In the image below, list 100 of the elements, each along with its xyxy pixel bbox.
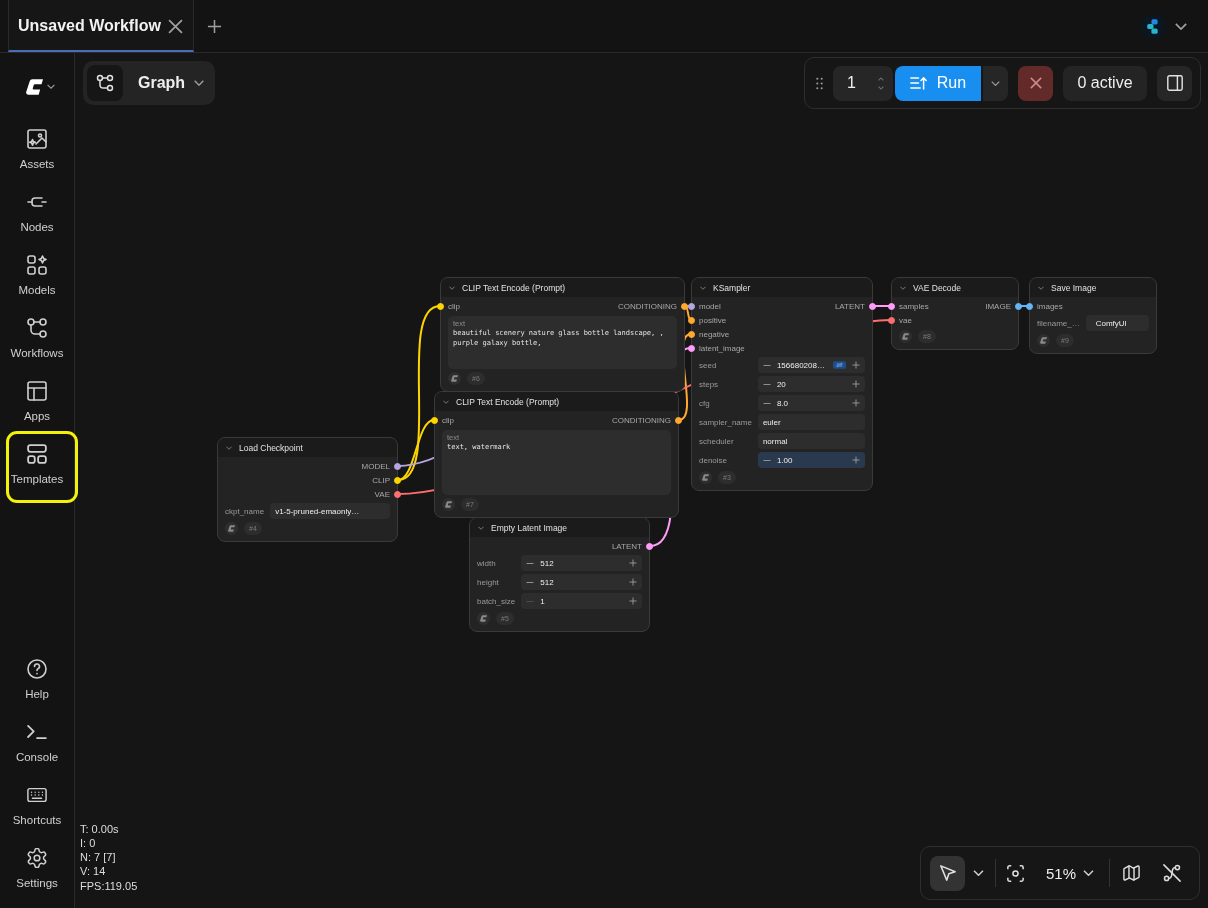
input-label: samples — [899, 301, 929, 311]
select-field[interactable]: normal — [757, 433, 865, 449]
output-label: CONDITIONING — [611, 415, 671, 425]
minus-icon[interactable] — [762, 402, 771, 404]
plus-icon[interactable] — [852, 361, 860, 369]
sidebar-item[interactable]: Console — [0, 713, 74, 776]
batch-count-field[interactable]: 1 — [833, 65, 893, 101]
view-mode-dropdown[interactable]: Graph — [83, 61, 215, 105]
shapes-sparkle-icon — [27, 255, 47, 275]
minus-icon[interactable] — [526, 581, 535, 583]
sidebar-item[interactable]: Templates — [0, 435, 74, 498]
drag-handle-icon[interactable] — [816, 76, 823, 90]
input-dot-icon[interactable] — [888, 316, 895, 324]
output-dot-icon[interactable] — [869, 302, 876, 310]
chevron-down-icon[interactable] — [1175, 22, 1187, 30]
number-field[interactable]: 1.00 — [757, 452, 865, 468]
pointer-tool-button[interactable] — [930, 855, 965, 891]
output-dot-icon[interactable] — [681, 302, 688, 310]
logo-icon — [477, 612, 490, 625]
number-field[interactable]: 20 — [757, 376, 865, 392]
focus-icon[interactable] — [1007, 864, 1024, 882]
input-dot-icon[interactable] — [1026, 302, 1033, 310]
number-field[interactable]: 512 — [521, 574, 642, 590]
output-label: MODEL — [361, 461, 390, 471]
map-icon[interactable] — [1123, 865, 1141, 881]
sidebar-panel-icon — [1166, 75, 1183, 91]
sidebar-item[interactable]: Workflows — [0, 309, 74, 372]
output-dot-icon[interactable] — [394, 490, 401, 498]
output-label: CLIP — [372, 475, 390, 485]
logo-icon — [1037, 334, 1050, 347]
output-dot-icon[interactable] — [646, 542, 653, 550]
minus-icon[interactable] — [762, 364, 771, 366]
widget-label: cfg — [699, 398, 711, 408]
input-label: latent_image — [699, 343, 745, 353]
minus-icon[interactable] — [762, 459, 771, 461]
select-field[interactable]: v1-5-pruned-emaonly… — [270, 503, 390, 519]
link-off-icon[interactable] — [1163, 864, 1182, 882]
node-title: CLIP Text Encode (Prompt) — [456, 396, 560, 407]
output-label: VAE — [374, 489, 390, 499]
widget-label: height — [477, 577, 500, 587]
sidebar-item[interactable]: Models — [0, 246, 74, 309]
input-label: vae — [899, 315, 912, 325]
number-field[interactable]: 156680208… — [757, 357, 865, 373]
number-field[interactable]: 8.0 — [757, 395, 865, 411]
sidebar-item[interactable]: Assets — [0, 120, 74, 183]
workflow-icon — [27, 318, 47, 338]
number-field[interactable]: 1 — [521, 593, 642, 609]
output-dot-icon[interactable] — [675, 416, 682, 424]
sidebar-item[interactable]: Shortcuts — [0, 776, 74, 839]
number-field[interactable]: 512 — [521, 555, 642, 571]
plus-icon[interactable] — [629, 578, 637, 586]
text-field[interactable]: ComfyUI — [1085, 315, 1149, 331]
plus-icon[interactable] — [852, 456, 860, 464]
chevron-down-icon[interactable] — [194, 80, 205, 86]
select-field[interactable]: euler — [757, 414, 865, 430]
close-icon[interactable] — [168, 18, 183, 34]
stats-text: FPS:119.05 — [80, 878, 138, 893]
output-dot-icon[interactable] — [394, 462, 401, 470]
plus-icon[interactable] — [207, 18, 222, 34]
input-label: clip — [448, 301, 460, 311]
chevron-down-icon[interactable] — [973, 870, 984, 876]
sidebar-item[interactable]: Help — [0, 650, 74, 713]
queue-button[interactable]: 0 active — [1063, 65, 1147, 101]
node-title: VAE Decode — [913, 282, 962, 293]
logo-icon — [699, 471, 712, 484]
node-title: Save Image — [1051, 282, 1097, 293]
sidebar-item[interactable]: Settings — [0, 839, 74, 902]
layout-icon — [27, 381, 47, 401]
node-title: CLIP Text Encode (Prompt) — [462, 282, 566, 293]
stats-text: T: 0.00s — [80, 821, 119, 836]
panel-toggle-button[interactable] — [1157, 65, 1192, 101]
widget-label: scheduler — [699, 436, 735, 446]
sidebar-item[interactable]: Apps — [0, 372, 74, 435]
input-dot-icon[interactable] — [688, 330, 695, 338]
widget-label: batch_size — [477, 596, 516, 606]
chevron-down-icon[interactable] — [46, 84, 55, 89]
sidebar-item[interactable]: Nodes — [0, 183, 74, 246]
zoom-dropdown[interactable]: 51% — [1046, 864, 1095, 882]
avatar-icon[interactable] — [1141, 13, 1166, 39]
node-title: Load Checkpoint — [239, 442, 303, 453]
plus-icon[interactable] — [852, 380, 860, 388]
output-dot-icon[interactable] — [1015, 302, 1022, 310]
stop-button[interactable] — [1018, 65, 1053, 101]
input-dot-icon[interactable] — [688, 316, 695, 324]
arrows-badge-icon[interactable] — [833, 361, 846, 369]
widget-label: ckpt_name — [225, 506, 265, 516]
tab[interactable]: Unsaved Workflow — [8, 0, 194, 52]
minus-icon[interactable] — [762, 383, 771, 385]
input-dot-icon[interactable] — [688, 302, 695, 310]
input-dot-icon[interactable] — [888, 302, 895, 310]
plus-icon[interactable] — [629, 559, 637, 567]
output-label: CONDITIONING — [617, 301, 677, 311]
plus-icon[interactable] — [852, 399, 860, 407]
stats-text: N: 7 [7] — [80, 850, 116, 865]
spinner-icon[interactable] — [877, 75, 885, 91]
plus-icon[interactable] — [629, 597, 637, 605]
chevron-down-icon[interactable] — [991, 80, 1000, 86]
minus-icon[interactable] — [526, 562, 535, 564]
output-label: IMAGE — [985, 301, 1011, 311]
input-dot-icon[interactable] — [688, 344, 695, 352]
